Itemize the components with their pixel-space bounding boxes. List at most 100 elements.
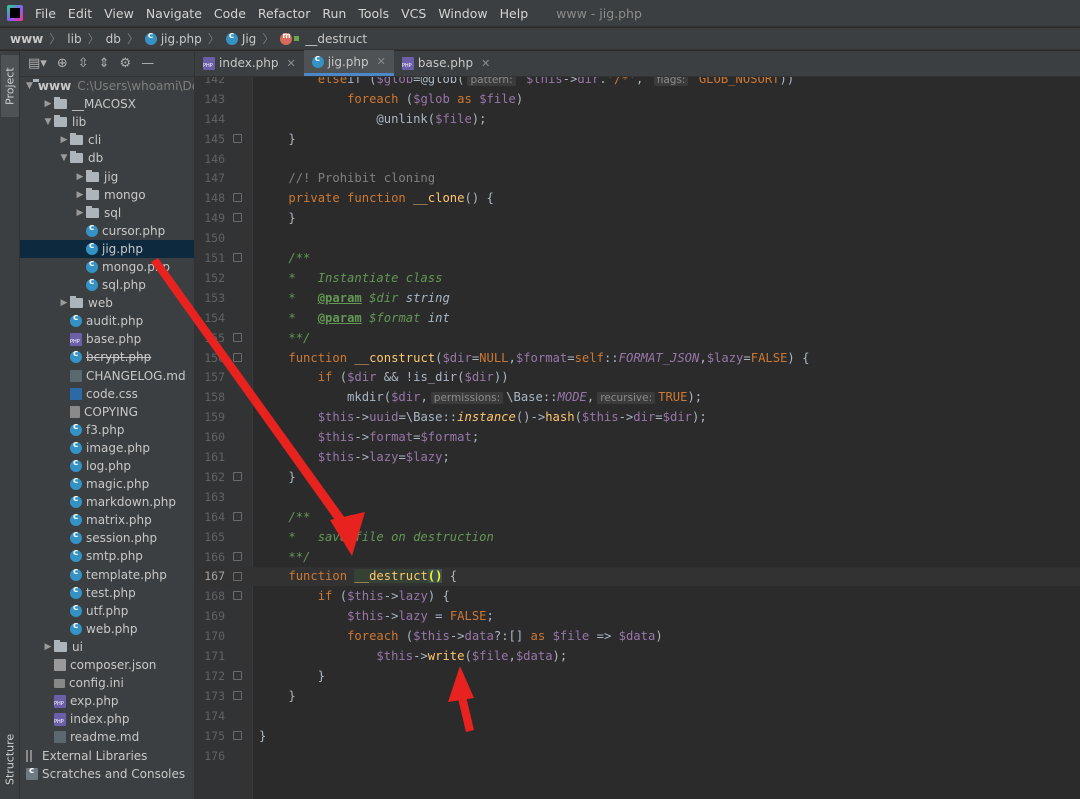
tree-item-base-php[interactable]: base.php (20, 330, 194, 348)
code-line[interactable]: 160 $this->format=$format; (195, 427, 1080, 447)
code-line[interactable]: 153 * @param $dir string (195, 288, 1080, 308)
tree-item-mongo-php[interactable]: mongo.php (20, 258, 194, 276)
code-line[interactable]: 172 } (195, 666, 1080, 686)
tree-item-lib[interactable]: ▼ lib (20, 113, 194, 131)
tab-jig-php[interactable]: jig.php ✕ (303, 50, 394, 76)
code-line[interactable]: 142 elseif ($glob=@glob(pattern: $this->… (195, 77, 1080, 89)
fold-marker-icon[interactable] (233, 352, 242, 362)
tree-item-code-css[interactable]: code.css (20, 385, 194, 403)
tree-item-session-php[interactable]: session.php (20, 529, 194, 547)
tree-item-config-ini[interactable]: config.ini (20, 674, 194, 692)
close-icon[interactable]: ✕ (286, 57, 295, 70)
code-line[interactable]: 164 /** (195, 507, 1080, 527)
code-line[interactable]: 173 } (195, 686, 1080, 706)
code-line[interactable]: 148 private function __clone() { (195, 188, 1080, 208)
fold-marker-icon[interactable] (233, 332, 242, 342)
tree-item-markdown-php[interactable]: markdown.php (20, 493, 194, 511)
code-line[interactable]: 174 (195, 706, 1080, 726)
menu-window[interactable]: Window (432, 6, 493, 21)
tree-item-jig-php[interactable]: jig.php (20, 239, 194, 258)
code-line[interactable]: 144 @unlink($file); (195, 109, 1080, 129)
tree-item-bcrypt-php[interactable]: bcrypt.php (20, 348, 194, 366)
code-line[interactable]: 161 $this->lazy=$lazy; (195, 447, 1080, 467)
code-line[interactable]: 176 (195, 746, 1080, 766)
code-line[interactable]: 171 $this->write($file,$data); (195, 646, 1080, 666)
fold-marker-icon[interactable] (233, 133, 242, 143)
code-line[interactable]: 158 mkdir($dir, permissions: \Base::MODE, r… (195, 387, 1080, 407)
code-line[interactable]: 150 (195, 228, 1080, 248)
code-line[interactable]: 156 function __construct($dir=NULL,$form… (195, 348, 1080, 368)
tree-item-test-php[interactable]: test.php (20, 584, 194, 602)
menu-refactor[interactable]: Refactor (252, 6, 316, 21)
code-line[interactable]: 149 } (195, 208, 1080, 228)
menu-code[interactable]: Code (208, 6, 252, 21)
expand-all-icon[interactable]: ⇳ (78, 56, 89, 71)
tree-item-cli[interactable]: ▶ cli (20, 131, 194, 149)
fold-marker-icon[interactable] (233, 213, 242, 223)
code-line[interactable]: 159 $this->uuid=\Base::instance()->hash(… (195, 407, 1080, 427)
code-line[interactable]: 155 **/ (195, 328, 1080, 348)
code-line[interactable]: 152 * Instantiate class (195, 268, 1080, 288)
code-line[interactable]: 169 $this->lazy = FALSE; (195, 606, 1080, 626)
tree-item-scratches-and-consoles[interactable]: Scratches and Consoles (20, 765, 194, 783)
code-line[interactable]: 165 * save file on destruction (195, 527, 1080, 547)
breadcrumb-class[interactable]: Jig (225, 31, 256, 46)
tree-item-sql-php[interactable]: sql.php (20, 276, 194, 294)
menu-help[interactable]: Help (494, 6, 535, 21)
code-line[interactable]: 146 (195, 149, 1080, 169)
tree-item-copying[interactable]: COPYING (20, 403, 194, 421)
close-icon[interactable]: ✕ (377, 55, 386, 68)
tree-item-magic-php[interactable]: magic.php (20, 475, 194, 493)
code-line[interactable]: 145 } (195, 129, 1080, 149)
tree-item-jig[interactable]: ▶ jig (20, 167, 194, 185)
menu-navigate[interactable]: Navigate (140, 6, 208, 21)
tree-item-ui[interactable]: ▶ ui (20, 638, 194, 656)
menu-vcs[interactable]: VCS (395, 6, 432, 21)
tree-item-index-php[interactable]: index.php (20, 710, 194, 728)
code-line[interactable]: 157 if ($dir && !is_dir($dir)) (195, 368, 1080, 388)
fold-marker-icon[interactable] (233, 253, 242, 263)
project-view-dropdown-icon[interactable]: ▤▾ (28, 56, 47, 71)
code-line[interactable]: 162 } (195, 467, 1080, 487)
tab-index-php[interactable]: index.php ✕ (195, 50, 304, 76)
tree-root[interactable]: ▼ www C:\Users\whoami\De (20, 77, 194, 95)
tree-item-audit-php[interactable]: audit.php (20, 312, 194, 330)
tree-item-sql[interactable]: ▶ sql (20, 204, 194, 222)
fold-marker-icon[interactable] (233, 193, 242, 203)
tree-item-utf-php[interactable]: utf.php (20, 602, 194, 620)
locate-icon[interactable]: ⊕ (57, 56, 68, 71)
breadcrumb-file[interactable]: jig.php (144, 31, 202, 46)
tab-base-php[interactable]: base.php ✕ (394, 50, 498, 76)
fold-marker-icon[interactable] (233, 571, 242, 581)
tree-item-external-libraries[interactable]: External Libraries (20, 746, 194, 764)
tree-item-image-php[interactable]: image.php (20, 439, 194, 457)
tree-item-log-php[interactable]: log.php (20, 457, 194, 475)
menu-run[interactable]: Run (316, 6, 352, 21)
tree-item-macosx[interactable]: ▶ __MACOSX (20, 95, 194, 113)
structure-tool-tab[interactable]: Structure (1, 723, 19, 795)
hide-icon[interactable]: — (141, 56, 154, 71)
code-line[interactable]: 167 function __destruct() { (195, 566, 1080, 587)
code-line[interactable]: 166 **/ (195, 547, 1080, 567)
tree-item-web-php[interactable]: web.php (20, 620, 194, 638)
code-line[interactable]: 170 foreach ($this->data?:[] as $file =>… (195, 626, 1080, 646)
fold-marker-icon[interactable] (233, 730, 242, 740)
fold-marker-icon[interactable] (233, 472, 242, 481)
code-line[interactable]: 154 * @param $format int (195, 308, 1080, 328)
code-line[interactable]: 147 //! Prohibit cloning (195, 169, 1080, 189)
menu-tools[interactable]: Tools (352, 6, 395, 21)
code-line[interactable]: 168 if ($this->lazy) { (195, 586, 1080, 606)
fold-marker-icon[interactable] (233, 551, 242, 561)
breadcrumb-root[interactable]: www (10, 32, 43, 46)
collapse-all-icon[interactable]: ⇕ (99, 56, 110, 71)
code-line[interactable]: 143 foreach ($glob as $file) (195, 89, 1080, 109)
code-line[interactable]: 163 (195, 487, 1080, 507)
tree-item-template-php[interactable]: template.php (20, 566, 194, 584)
code-area[interactable]: 142 elseif ($glob=@glob(pattern: $this->… (195, 77, 1080, 799)
breadcrumb-lib[interactable]: lib (67, 32, 81, 46)
menu-file[interactable]: File (29, 6, 62, 21)
tree-item-composer-json[interactable]: composer.json (20, 656, 194, 674)
project-tool-tab[interactable]: Project (1, 55, 19, 117)
tree-item-matrix-php[interactable]: matrix.php (20, 511, 194, 529)
fold-marker-icon[interactable] (233, 511, 242, 521)
